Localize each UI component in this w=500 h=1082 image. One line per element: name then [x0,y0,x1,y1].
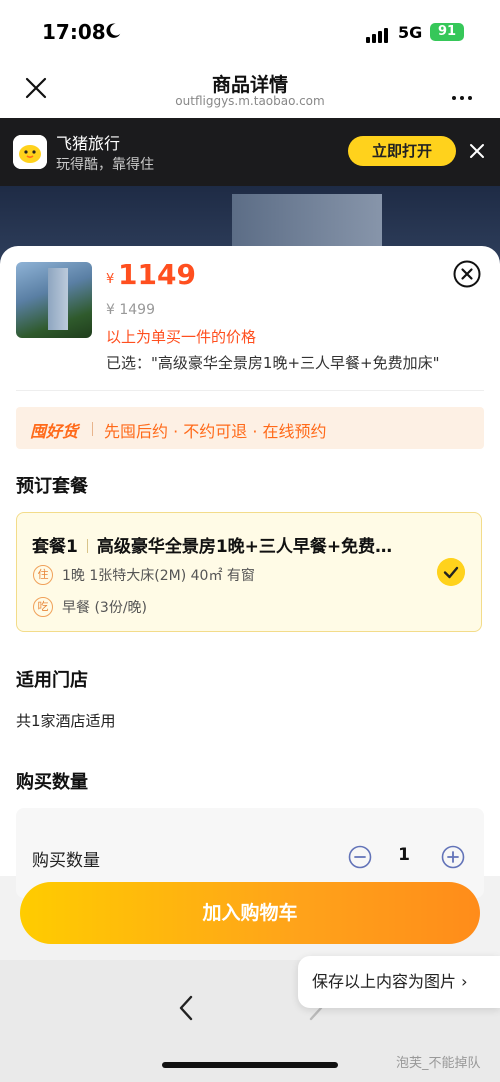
divider [92,422,93,436]
moon-icon [106,23,121,38]
package-section-title: 预订套餐 [16,476,88,497]
guarantee-tag: 囤好货 [30,422,79,441]
app-name: 飞猪旅行 [56,134,121,153]
original-price: ¥ 1499 [106,302,155,318]
signal-icon [366,24,390,43]
meal-icon: 吃 [33,597,53,617]
sheet-close-icon[interactable] [453,260,481,288]
quantity-label: 购买数量 [32,851,100,871]
page-title: 商品详情 [211,74,288,96]
status-time: 17:08 [42,20,106,44]
stay-icon: 住 [33,565,53,585]
currency-symbol: ¥ [106,272,115,287]
app-slogan: 玩得酷，靠得住 [56,157,154,173]
package-name: 套餐1 高级豪华全景房1晚+三人早餐+免费… [32,532,412,557]
store-count[interactable]: 共1家酒店适用 [16,710,116,731]
meal-detail: 早餐 (3份/晚) [62,600,147,616]
selected-option: 已选："高级豪华全景房1晚+三人早餐+免费加床" [106,354,440,372]
back-icon[interactable] [176,994,196,1022]
package-title: 高级豪华全景房1晚+三人早餐+免费… [96,537,393,557]
battery-indicator: 91 [430,23,464,41]
plus-icon[interactable] [441,845,465,869]
more-icon[interactable] [452,85,476,104]
divider [16,390,484,391]
quantity-value[interactable]: 1 [392,845,416,865]
add-to-cart-button[interactable]: 加入购物车 [20,882,480,944]
banner-close-icon[interactable] [468,142,486,160]
product-thumbnail[interactable] [16,262,92,338]
home-indicator [162,1062,338,1068]
package-label: 套餐1 [32,537,78,557]
store-section-title: 适用门店 [16,670,88,691]
network-type: 5G [398,23,423,42]
save-as-image-button[interactable]: 保存以上内容为图片 › [298,956,500,1008]
open-app-button[interactable]: 立即打开 [348,136,456,166]
guarantee-text: 先囤后约 · 不约可退 · 在线预约 [104,422,327,441]
quantity-section-title: 购买数量 [16,772,88,793]
price-note: 以上为单买一件的价格 [106,328,257,346]
watermark: 泡芙_不能掉队 [396,1056,481,1071]
fliggy-logo-icon [13,135,47,169]
product-price: 1149 [118,258,196,291]
page-url: outfliggys.m.taobao.com [175,94,325,108]
minus-icon[interactable] [348,845,372,869]
check-icon [437,558,465,586]
stay-detail: 1晚 1张特大床(2M) 40㎡ 有窗 [62,568,255,584]
